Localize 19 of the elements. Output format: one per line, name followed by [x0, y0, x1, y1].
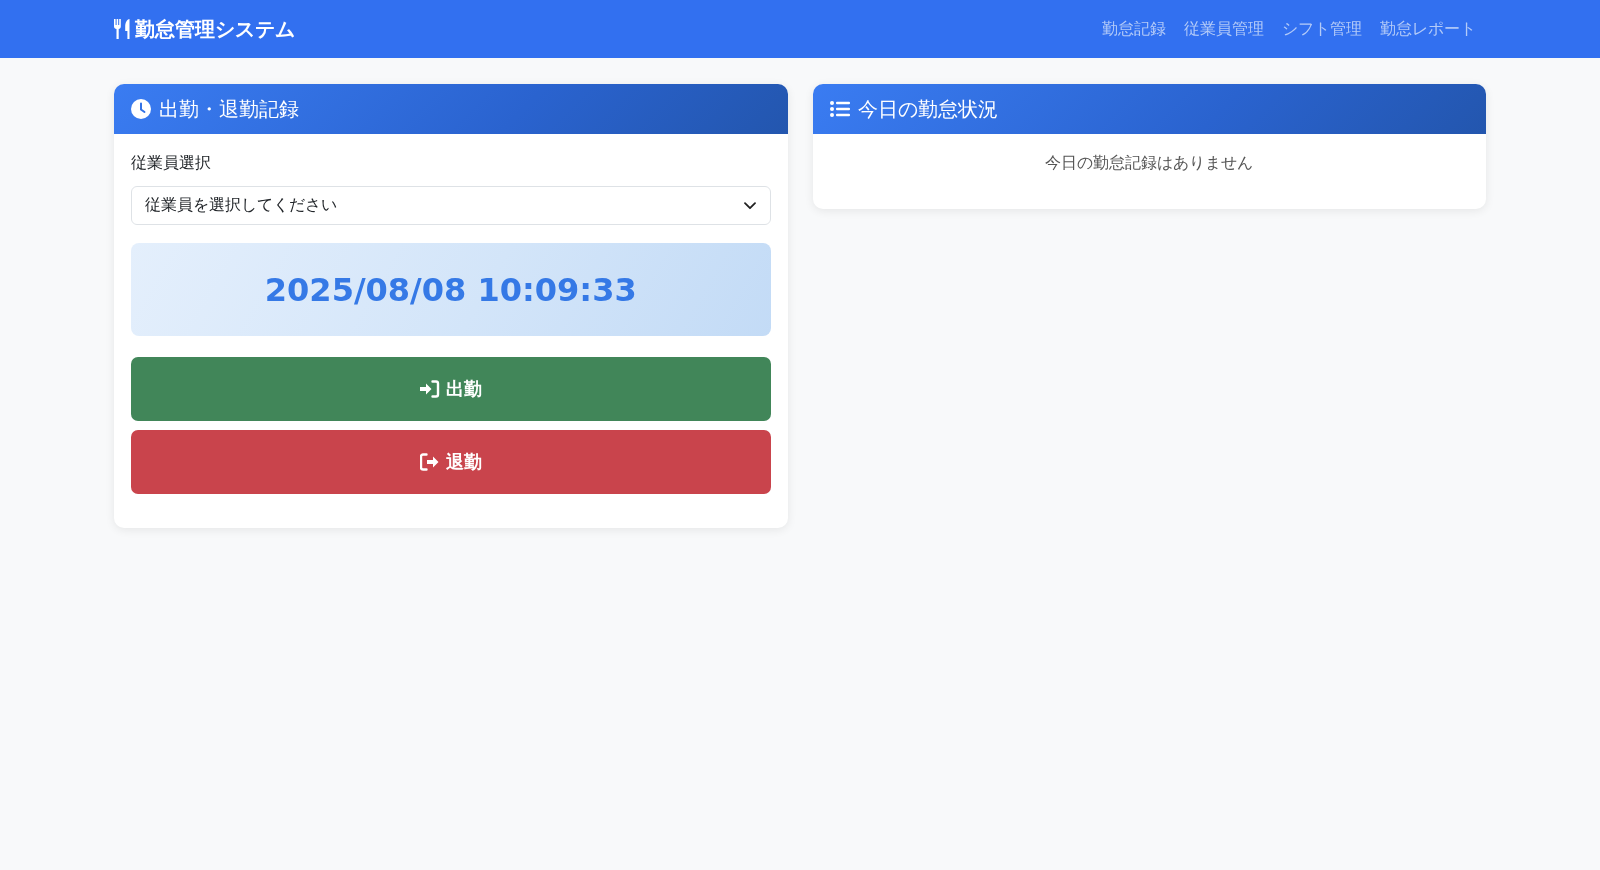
employee-label: 従業員選択: [131, 152, 212, 174]
list-icon: [829, 101, 850, 117]
nav-link[interactable]: 従業員管理: [1176, 12, 1272, 46]
nav-link[interactable]: シフト管理: [1274, 12, 1370, 46]
chevron-down-icon: [743, 201, 756, 210]
sign-in-icon: [419, 380, 440, 398]
nav-link[interactable]: 勤怠記録: [1094, 12, 1174, 46]
employee-select[interactable]: 従業員を選択してください: [131, 186, 771, 225]
card-title: 今日の勤怠状況: [857, 95, 998, 123]
clock-icon: [131, 99, 151, 119]
clock-in-button[interactable]: 出勤: [131, 357, 771, 421]
utensils-icon: [113, 18, 131, 40]
brand-link[interactable]: 勤怠管理システム: [113, 15, 295, 43]
card-title: 出勤・退勤記録: [159, 95, 299, 123]
clock-text: 2025/08/08 10:09:33: [264, 270, 637, 309]
empty-message: 今日の勤怠記録はありません: [1045, 152, 1254, 174]
nav-link[interactable]: 勤怠レポート: [1372, 12, 1484, 46]
sign-out-icon: [419, 453, 440, 471]
clock-out-button[interactable]: 退勤: [131, 430, 771, 494]
